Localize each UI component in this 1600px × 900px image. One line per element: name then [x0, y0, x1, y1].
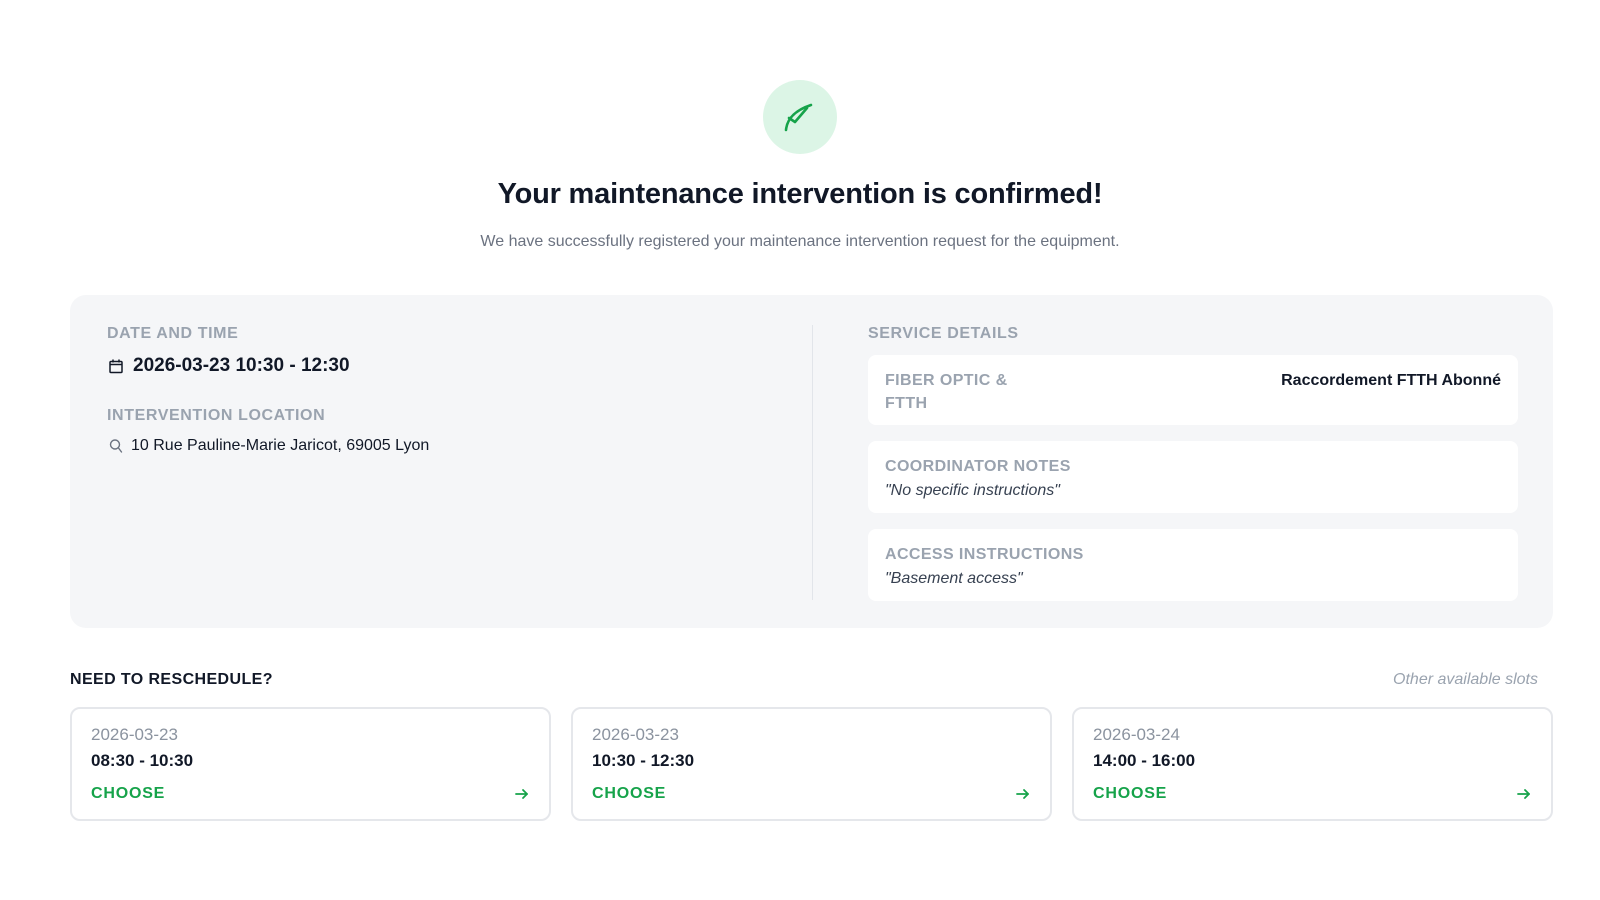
choose-slot-button[interactable]: CHOOSE: [1093, 785, 1167, 803]
service-type-box: FIBER OPTIC & FTTH Raccordement FTTH Abo…: [868, 355, 1518, 425]
summary-left-column: DATE AND TIME 2026-03-23 10:30 - 12:30 I…: [107, 325, 787, 455]
access-instructions-box: ACCESS INSTRUCTIONS "Basement access": [868, 529, 1518, 601]
slot-date: 2026-03-24: [1093, 725, 1180, 744]
location-value: 10 Rue Pauline-Marie Jaricot, 69005 Lyon: [131, 437, 430, 454]
arrow-right-icon[interactable]: [1516, 786, 1532, 802]
summary-right-column: SERVICE DETAILS FIBER OPTIC & FTTH Racco…: [868, 325, 1518, 601]
slot-card[interactable]: 2026-03-24 14:00 - 16:00 CHOOSE: [1072, 707, 1553, 821]
slot-choose-row[interactable]: CHOOSE: [91, 785, 530, 803]
service-type-value: Raccordement FTTH Abonné: [1281, 372, 1501, 389]
column-divider: [812, 325, 813, 600]
location-row: 10 Rue Pauline-Marie Jaricot, 69005 Lyon: [107, 437, 787, 455]
slot-card[interactable]: 2026-03-23 10:30 - 12:30 CHOOSE: [571, 707, 1052, 821]
coordinator-notes-label: COORDINATOR NOTES: [885, 458, 1071, 475]
date-time-value: 2026-03-23 10:30 - 12:30: [133, 355, 350, 376]
service-type-label: FIBER OPTIC & FTTH: [885, 372, 1008, 412]
confirmation-hero: Your maintenance intervention is confirm…: [0, 80, 1600, 251]
slot-date: 2026-03-23: [592, 725, 679, 744]
map-pin-icon: [107, 437, 125, 455]
date-time-row: 2026-03-23 10:30 - 12:30: [107, 355, 787, 377]
slot-date: 2026-03-23: [91, 725, 178, 744]
slot-time: 10:30 - 12:30: [592, 751, 695, 770]
access-instructions-value: "Basement access": [885, 570, 1023, 587]
slot-card[interactable]: 2026-03-23 08:30 - 10:30 CHOOSE: [70, 707, 551, 821]
choose-slot-button[interactable]: CHOOSE: [91, 785, 165, 803]
arrow-right-icon[interactable]: [1015, 786, 1031, 802]
calendar-icon: [107, 357, 125, 375]
access-instructions-label: ACCESS INSTRUCTIONS: [885, 546, 1084, 563]
page-title: Your maintenance intervention is confirm…: [497, 178, 1103, 210]
check-leaf-icon: [784, 103, 813, 132]
slot-list: 2026-03-23 08:30 - 10:30 CHOOSE 2026-03-…: [70, 707, 1553, 821]
slot-choose-row[interactable]: CHOOSE: [592, 785, 1031, 803]
arrow-right-icon[interactable]: [514, 786, 530, 802]
page-subtitle: We have successfully registered your mai…: [480, 233, 1120, 250]
reschedule-heading: NEED TO RESCHEDULE?: [70, 671, 273, 688]
reschedule-hint: Other available slots: [1393, 671, 1538, 688]
intervention-summary-card: DATE AND TIME 2026-03-23 10:30 - 12:30 I…: [70, 295, 1553, 628]
slot-choose-row[interactable]: CHOOSE: [1093, 785, 1532, 803]
choose-slot-button[interactable]: CHOOSE: [592, 785, 666, 803]
slot-time: 08:30 - 10:30: [91, 751, 194, 770]
service-details-label: SERVICE DETAILS: [868, 325, 1019, 342]
location-label: INTERVENTION LOCATION: [107, 407, 326, 424]
coordinator-notes-value: "No specific instructions": [885, 482, 1060, 499]
date-time-label: DATE AND TIME: [107, 325, 239, 342]
coordinator-notes-box: COORDINATOR NOTES "No specific instructi…: [868, 441, 1518, 513]
slot-time: 14:00 - 16:00: [1093, 751, 1196, 770]
success-badge: [763, 80, 837, 154]
